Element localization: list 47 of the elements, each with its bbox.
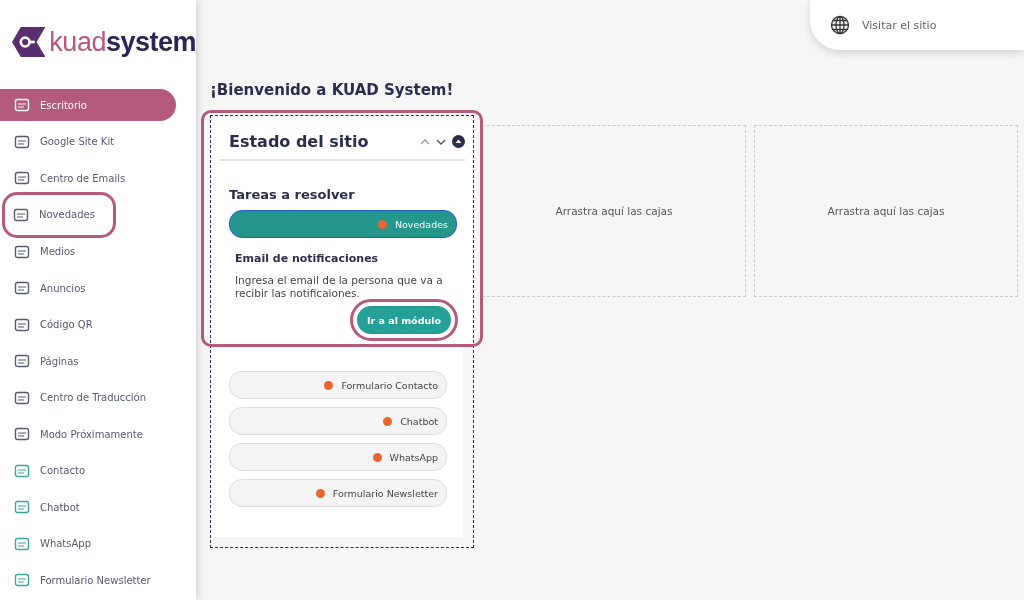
sidebar-item[interactable]: Google Site Kit [0,125,162,158]
task-pill[interactable]: Formulario Contacto [229,371,447,400]
detail-text: Ingresa el email de la persona que va a recibir las notificaiones. [235,274,444,301]
logo-text: kuadsystem [49,26,196,58]
sidebar-item[interactable]: Páginas [0,345,162,377]
logo-icon [12,25,46,59]
sidebar-item[interactable]: Código QR [0,308,162,341]
section-title: Tareas a resolver [229,187,356,202]
move-up-icon[interactable] [420,137,430,146]
sidebar-item[interactable]: Contacto [0,454,162,487]
menu-icon [14,97,30,113]
task-pill[interactable]: Formulario Newsletter [229,479,447,508]
task-pill[interactable]: Chatbot [229,407,447,436]
menu-icon [14,133,30,150]
sidebar-item[interactable]: Formulario Newsletter [0,564,162,596]
drop-hint: Arrastra aquí las cajas [555,205,673,217]
menu-icon [14,572,30,588]
sidebar-item[interactable]: Medios [0,235,162,268]
menu-icon [14,170,30,186]
menu-icon [14,243,30,260]
menu-icon [14,316,30,333]
sidebar-item[interactable]: Novedades [5,194,113,235]
visit-site-link[interactable]: Visitar el sitio [810,0,1024,50]
sidebar-item[interactable]: Centro de Traducción [0,381,162,414]
menu-icon [14,389,30,406]
drop-hint: Arrastra aquí las cajas [827,205,945,217]
page-heading: ¡Bienvenido a KUAD System! [210,81,455,99]
globe-icon [830,15,850,35]
menu-icon [13,206,29,223]
menu-icon [14,426,30,442]
sidebar-item[interactable]: WhatsApp [0,527,162,560]
sidebar-item[interactable]: Modo Próximamente [0,418,162,450]
sidebar-item[interactable]: Centro de Emails [0,162,162,194]
sidebar-item[interactable]: Anuncios [0,272,162,304]
task-pill[interactable]: Novedades [229,210,457,238]
menu-icon [14,353,30,369]
sidebar-item[interactable]: Escritorio [0,89,176,121]
menu-icon [14,499,30,515]
menu-icon [14,462,30,479]
widget-title: Estado del sitio [229,132,370,151]
sidebar-item[interactable]: Chatbot [0,491,162,523]
task-pill[interactable]: WhatsApp [229,443,447,472]
move-down-icon[interactable] [436,137,446,146]
detail-title: Email de notificaciones [235,252,380,265]
menu-icon [14,280,30,296]
menu-icon [14,535,30,552]
collapse-icon[interactable] [452,135,465,148]
